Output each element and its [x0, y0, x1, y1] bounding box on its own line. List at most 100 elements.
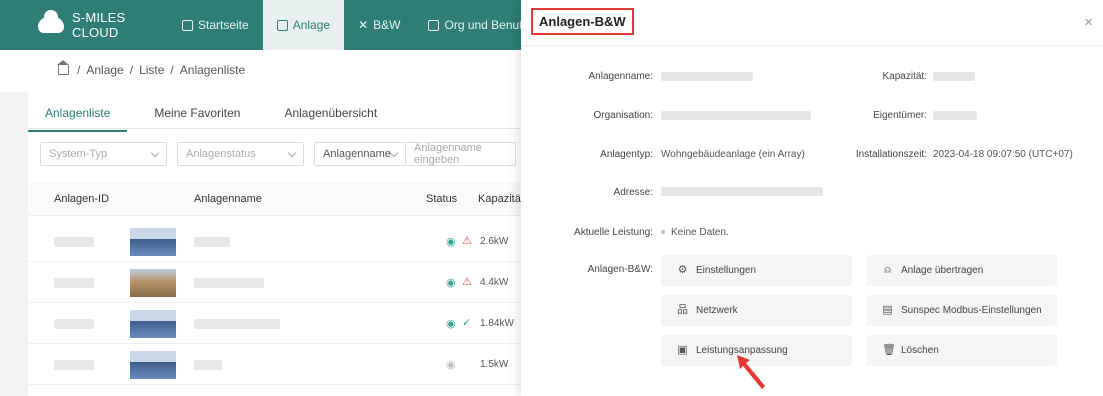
- blurred-name: [194, 319, 280, 329]
- column-header[interactable]: Anlagenname: [194, 193, 262, 205]
- owner-label: Eigentümer:: [873, 110, 927, 121]
- breadcrumb-item: Anlagenliste: [179, 63, 246, 77]
- network-button[interactable]: 品 Netzwerk: [661, 295, 852, 326]
- blurred-id: [54, 278, 94, 288]
- chevron-down-icon: [287, 148, 297, 157]
- table-row[interactable]: ◉ ✓ 1.84kW: [28, 304, 520, 344]
- plant-name-label: Anlagenname:: [588, 71, 654, 82]
- wifi-icon: ◉: [446, 318, 456, 330]
- button-label: Löschen: [901, 345, 939, 356]
- input-placeholder: Anlagenname eingeben: [414, 142, 482, 166]
- current-power-text: Keine Daten.: [671, 227, 729, 238]
- name-field-select[interactable]: Anlagenname: [314, 142, 406, 166]
- breadcrumb-separator: /: [129, 63, 134, 77]
- nav-item-anlage[interactable]: Anlage: [262, 0, 345, 50]
- table-header: Anlagen-ID Anlagenname Status Kapazität: [28, 182, 524, 216]
- install-time-value: 2023-04-18 09:07:50 (UTC+07): [933, 149, 1073, 160]
- address-label: Adresse:: [613, 187, 653, 198]
- breadcrumb-item[interactable]: Anlage: [86, 63, 123, 77]
- column-header[interactable]: Kapazität: [478, 193, 524, 205]
- blurred-name: [194, 278, 264, 288]
- table-row[interactable]: ◉ ⚠ 2.6kW: [28, 222, 520, 262]
- system-type-select[interactable]: System-Typ: [40, 142, 167, 166]
- user-icon: ⍝: [884, 264, 891, 276]
- trash-icon: 🗑: [882, 344, 896, 356]
- name-search-input[interactable]: Anlagenname eingeben: [406, 142, 516, 166]
- check-circle-icon: ✓: [462, 317, 472, 329]
- transfer-plant-button[interactable]: ⍝ Anlage übertragen: [866, 255, 1057, 286]
- plant-status-select[interactable]: Anlagenstatus: [177, 142, 304, 166]
- gear-icon: ⚙: [677, 264, 688, 276]
- close-icon[interactable]: ×: [1084, 14, 1093, 31]
- column-header[interactable]: Anlagen-ID: [54, 193, 109, 205]
- current-power-label: Aktuelle Leistung:: [574, 227, 653, 238]
- plant-thumbnail: [130, 351, 176, 379]
- address-value: [661, 187, 823, 196]
- nav-item-label: B&W: [373, 18, 401, 32]
- install-time-label: Installationszeit:: [855, 149, 927, 160]
- alarm-icon: ⚠: [462, 235, 472, 247]
- breadcrumb: / Anlage / Liste / Anlagenliste: [57, 60, 246, 77]
- logo-text: S-MILES CLOUD: [71, 10, 126, 40]
- plant-thumbnail: [130, 228, 176, 256]
- power-adjust-icon: ▣: [677, 344, 688, 356]
- chevron-down-icon: [150, 148, 160, 157]
- plant-type-value: Wohngebäudeanlage (ein Array): [661, 149, 805, 160]
- home-icon: [182, 19, 193, 31]
- blurred-name: [194, 360, 222, 370]
- delete-button[interactable]: 🗑 Löschen: [866, 335, 1057, 366]
- nav-item-label: Anlage: [292, 18, 331, 32]
- table-row[interactable]: ◉ 1.5kW: [28, 345, 520, 385]
- nav-item-startseite[interactable]: Startseite: [168, 0, 263, 50]
- breadcrumb-home-icon[interactable]: [57, 60, 69, 75]
- tab-anlagenliste[interactable]: Anlagenliste: [28, 96, 128, 132]
- plant-name-value: [661, 72, 753, 81]
- column-header[interactable]: Status: [426, 193, 457, 205]
- tab-anlagenuebersicht[interactable]: Anlagenübersicht: [267, 96, 394, 132]
- blurred-id: [54, 319, 94, 329]
- button-label: Anlage übertragen: [901, 265, 984, 276]
- modal-divider: [521, 45, 1103, 46]
- blurred-name: [194, 237, 230, 247]
- chevron-down-icon: [389, 148, 399, 157]
- nav-item-label: Startseite: [198, 18, 249, 32]
- tab-favoriten[interactable]: Meine Favoriten: [137, 96, 257, 132]
- alarm-icon: ⚠: [462, 276, 472, 288]
- breadcrumb-separator: /: [77, 63, 81, 77]
- org-icon: [428, 19, 440, 31]
- modal-title: Anlagen-B&W: [531, 8, 634, 35]
- network-icon: 品: [677, 304, 688, 316]
- settings-button[interactable]: ⚙ Einstellungen: [661, 255, 852, 286]
- sunspec-modbus-button[interactable]: ▤ Sunspec Modbus-Einstellungen: [866, 295, 1057, 326]
- capacity-value: 1.84kW: [480, 318, 514, 329]
- logo[interactable]: S-MILES CLOUD: [38, 10, 168, 40]
- cloud-logo-icon: [38, 10, 64, 33]
- button-label: Sunspec Modbus-Einstellungen: [901, 305, 1042, 316]
- breadcrumb-item[interactable]: Liste: [139, 63, 164, 77]
- plant-ops-label: Anlagen-B&W:: [587, 264, 653, 275]
- status-dot-icon: [661, 230, 665, 235]
- annotation-arrow-icon: [737, 355, 765, 389]
- wifi-icon: ◉: [446, 277, 456, 289]
- select-value: System-Typ: [49, 148, 108, 160]
- capacity-value: 4.4kW: [480, 277, 509, 288]
- plant-thumbnail: [130, 310, 176, 338]
- breadcrumb-separator: /: [170, 63, 174, 77]
- button-label: Netzwerk: [696, 305, 738, 316]
- capacity-value: 2.6kW: [480, 236, 509, 247]
- tools-icon: ✕: [358, 18, 369, 32]
- document-icon: ▤: [882, 304, 893, 316]
- button-label: Einstellungen: [696, 265, 757, 276]
- plant-thumbnail: [130, 269, 176, 297]
- table-row[interactable]: ◉ ⚠ 4.4kW: [28, 263, 520, 303]
- nav-item-bw[interactable]: ✕ B&W: [344, 0, 414, 50]
- grid-icon: [276, 19, 288, 31]
- plant-type-label: Anlagentyp:: [600, 149, 653, 160]
- owner-value: [933, 111, 977, 120]
- capacity-label: Kapazität:: [882, 71, 927, 82]
- organisation-label: Organisation:: [593, 110, 653, 121]
- capacity-value: 1.5kW: [480, 359, 509, 370]
- organisation-value: [661, 111, 811, 120]
- select-value: Anlagenname: [323, 148, 391, 160]
- blurred-id: [54, 360, 94, 370]
